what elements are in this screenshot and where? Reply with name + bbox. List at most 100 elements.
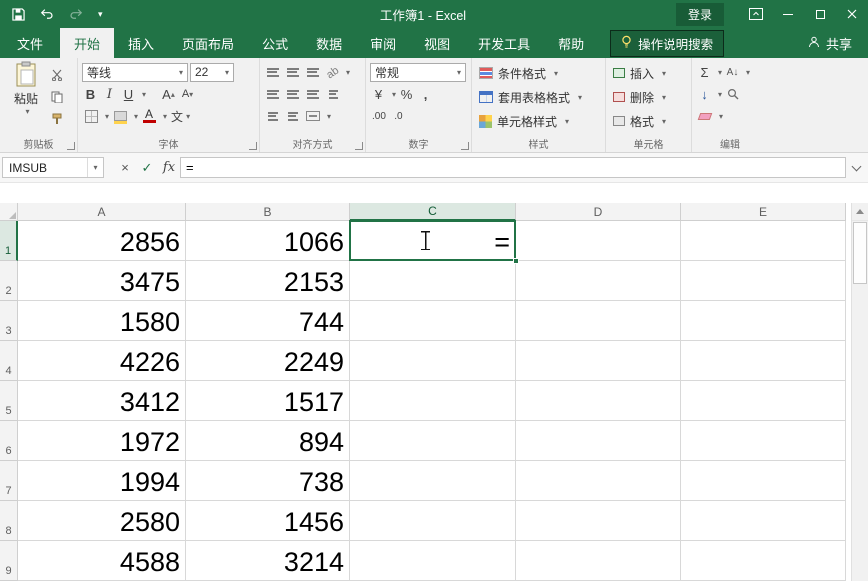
sort-filter-icon[interactable]: A↓ [724, 63, 741, 82]
cut-icon[interactable] [48, 66, 66, 84]
tab-formulas[interactable]: 公式 [248, 28, 302, 58]
shrink-font-button[interactable]: A▾ [179, 85, 196, 104]
cell-B7[interactable]: 738 [186, 461, 350, 501]
cancel-button[interactable]: × [114, 157, 136, 178]
save-icon[interactable] [12, 8, 25, 21]
cell-B4[interactable]: 2249 [186, 341, 350, 381]
tab-help[interactable]: 帮助 [544, 28, 598, 58]
login-button[interactable]: 登录 [676, 3, 724, 26]
cell-D2[interactable] [516, 261, 681, 301]
expand-formula-bar-icon[interactable] [846, 157, 866, 178]
font-color-icon[interactable]: A [140, 107, 158, 125]
column-header-E[interactable]: E [681, 203, 846, 221]
cell-D6[interactable] [516, 421, 681, 461]
cell-E9[interactable] [681, 541, 846, 581]
font-dialog-launcher[interactable] [249, 142, 257, 150]
clipboard-dialog-launcher[interactable] [67, 142, 75, 150]
borders-dropdown-arrow[interactable]: ▾ [105, 112, 109, 121]
cell-E4[interactable] [681, 341, 846, 381]
cell-B2[interactable]: 2153 [186, 261, 350, 301]
font-name-select[interactable]: 等线▾ [82, 63, 188, 82]
increase-decimal-icon[interactable]: .00 [370, 107, 388, 126]
cell-B3[interactable]: 744 [186, 301, 350, 341]
tab-view[interactable]: 视图 [410, 28, 464, 58]
number-format-select[interactable]: 常规▾ [370, 63, 466, 82]
align-bottom-icon[interactable] [304, 63, 322, 81]
autosum-dropdown-arrow[interactable]: ▾ [718, 68, 722, 77]
enter-button[interactable]: ✓ [136, 157, 158, 178]
cell-C6[interactable] [350, 421, 516, 461]
column-header-D[interactable]: D [516, 203, 681, 221]
cell-A7[interactable]: 1994 [18, 461, 186, 501]
name-box-dropdown-arrow[interactable]: ▾ [87, 158, 103, 177]
align-center-icon[interactable] [284, 85, 302, 103]
row-header-3[interactable]: 3 [0, 301, 18, 341]
clear-eraser-icon[interactable] [696, 107, 714, 125]
undo-icon[interactable] [40, 8, 54, 20]
decrease-decimal-icon[interactable]: .0 [390, 107, 407, 126]
fill-handle[interactable] [513, 258, 519, 264]
tab-developer[interactable]: 开发工具 [464, 28, 544, 58]
cell-D1[interactable] [516, 221, 681, 261]
share-button[interactable]: 共享 [792, 28, 868, 58]
row-header-7[interactable]: 7 [0, 461, 18, 501]
align-right-icon[interactable] [304, 85, 322, 103]
paste-button[interactable]: 粘贴 ▾ [4, 61, 48, 128]
autosum-icon[interactable]: Σ [696, 63, 713, 82]
scroll-up-icon[interactable] [852, 203, 868, 221]
find-select-icon[interactable] [724, 85, 742, 103]
cell-A9[interactable]: 4588 [18, 541, 186, 581]
tab-home[interactable]: 开始 [60, 28, 114, 58]
cell-A2[interactable]: 3475 [18, 261, 186, 301]
cell-B1[interactable]: 1066 [186, 221, 350, 261]
customize-qat-icon[interactable]: ▾ [98, 9, 103, 20]
fill-color-icon[interactable] [111, 107, 129, 125]
cell-B6[interactable]: 894 [186, 421, 350, 461]
number-dialog-launcher[interactable] [461, 142, 469, 150]
scrollbar-thumb[interactable] [853, 222, 867, 284]
cell-C7[interactable] [350, 461, 516, 501]
comma-style-icon[interactable]: , [417, 85, 434, 104]
alignment-dialog-launcher[interactable] [355, 142, 363, 150]
phonetic-guide-button[interactable]: 文▾ [169, 107, 192, 126]
format-painter-icon[interactable] [48, 110, 66, 128]
tab-file[interactable]: 文件 [0, 28, 60, 58]
orientation-icon[interactable]: ab [320, 59, 345, 84]
italic-button[interactable]: I [101, 85, 118, 104]
cell-A8[interactable]: 2580 [18, 501, 186, 541]
cell-C5[interactable] [350, 381, 516, 421]
currency-dropdown-arrow[interactable]: ▾ [392, 90, 396, 99]
cell-E5[interactable] [681, 381, 846, 421]
column-header-A[interactable]: A [18, 203, 186, 221]
align-left-icon[interactable] [264, 85, 282, 103]
percent-icon[interactable]: % [398, 85, 415, 104]
cell-D8[interactable] [516, 501, 681, 541]
bold-button[interactable]: B [82, 85, 99, 104]
column-header-B[interactable]: B [186, 203, 350, 221]
cell-E2[interactable] [681, 261, 846, 301]
cell-D7[interactable] [516, 461, 681, 501]
merge-dropdown-arrow[interactable]: ▾ [327, 112, 331, 121]
row-header-9[interactable]: 9 [0, 541, 18, 581]
cell-E7[interactable] [681, 461, 846, 501]
decrease-indent-icon[interactable] [264, 107, 282, 125]
cell-C2[interactable] [350, 261, 516, 301]
vertical-scrollbar[interactable] [851, 203, 868, 581]
align-top-icon[interactable] [264, 63, 282, 81]
cell-E3[interactable] [681, 301, 846, 341]
cell-C8[interactable] [350, 501, 516, 541]
fill-down-icon[interactable]: ↓ [696, 85, 713, 104]
format-as-table-button[interactable]: 套用表格格式 ▾ [476, 85, 601, 109]
row-header-5[interactable]: 5 [0, 381, 18, 421]
cell-D4[interactable] [516, 341, 681, 381]
cell-styles-button[interactable]: 单元格样式 ▾ [476, 109, 601, 133]
borders-icon[interactable] [82, 107, 100, 125]
cell-D3[interactable] [516, 301, 681, 341]
row-header-1[interactable]: 1 [0, 221, 18, 261]
cell-C4[interactable] [350, 341, 516, 381]
column-header-C[interactable]: C [350, 203, 516, 221]
font-size-select[interactable]: 22▾ [190, 63, 234, 82]
cell-D5[interactable] [516, 381, 681, 421]
conditional-formatting-button[interactable]: 条件格式 ▾ [476, 61, 601, 85]
redo-icon[interactable] [69, 8, 83, 20]
